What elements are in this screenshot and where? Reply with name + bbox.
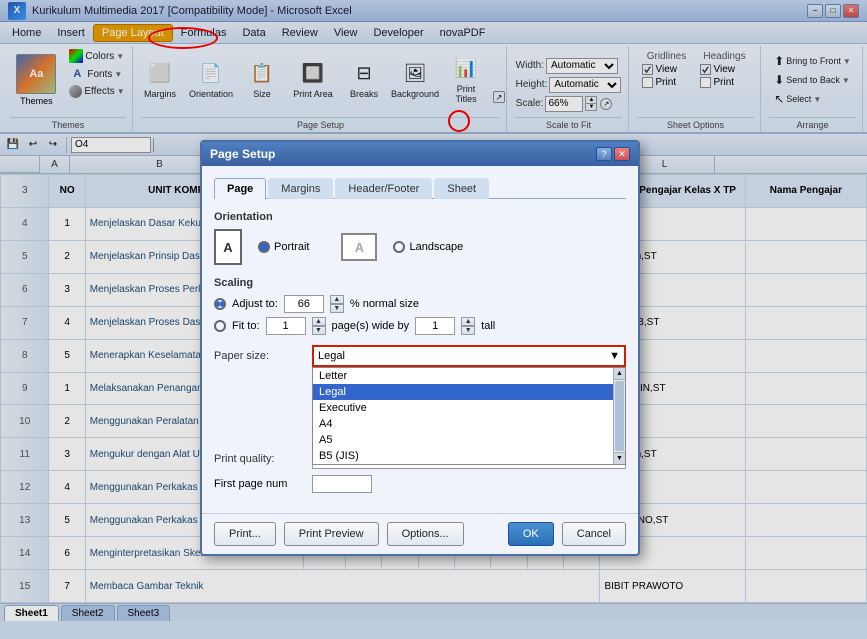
adjust-spin-down[interactable]: ▼ (330, 304, 344, 313)
fit-row: Fit to: ▲ ▼ page(s) wide by ▲ ▼ tall (214, 317, 626, 335)
portrait-label: Portrait (274, 241, 309, 253)
orientation-options: A Portrait A Landscape (214, 229, 626, 265)
scaling-label: Scaling (214, 277, 626, 289)
paper-option-a4[interactable]: A4 (313, 416, 613, 432)
orientation-section: Orientation A Portrait A (214, 211, 626, 265)
dialog-tab-headerfooter[interactable]: Header/Footer (335, 178, 432, 199)
paper-option-executive[interactable]: Executive (313, 400, 613, 416)
paper-option-a5[interactable]: A5 (313, 432, 613, 448)
paper-size-label: Paper size: (214, 350, 304, 362)
fit-tall-spin[interactable]: ▲ ▼ (461, 317, 475, 335)
footer-right-buttons: OK Cancel (508, 522, 626, 546)
portrait-radio-row: Portrait (258, 241, 309, 253)
dialog-tab-page[interactable]: Page (214, 178, 266, 199)
adjust-label: Adjust to: (232, 298, 278, 310)
portrait-option[interactable]: A (214, 229, 242, 265)
portrait-radio[interactable] (258, 241, 270, 253)
dialog-tabs: Page Margins Header/Footer Sheet (214, 178, 626, 199)
fit-pages-spin-up[interactable]: ▲ (312, 317, 326, 326)
fit-pages-spin[interactable]: ▲ ▼ (312, 317, 326, 335)
orientation-label: Orientation (214, 211, 626, 223)
dialog-overlay: Page Setup ? ✕ Page Margins Header/Foote… (0, 0, 867, 639)
landscape-radio[interactable] (393, 241, 405, 253)
landscape-icon: A (341, 233, 377, 261)
paper-option-letter[interactable]: Letter (313, 368, 613, 384)
landscape-option[interactable]: A (341, 233, 377, 261)
dialog-titlebar: Page Setup ? ✕ (202, 142, 638, 166)
dialog-controls[interactable]: ? ✕ (596, 147, 630, 161)
paper-scrollbar[interactable]: ▲ ▼ (613, 368, 625, 464)
paper-option-legal[interactable]: Legal (313, 384, 613, 400)
fit-pages-input[interactable] (266, 317, 306, 335)
paper-dropdown-arrow: ▼ (609, 350, 620, 362)
paper-option-b5jis[interactable]: B5 (JIS) (313, 448, 613, 464)
first-page-label: First page num (214, 478, 304, 490)
paper-size-row: Paper size: Legal ▼ Letter Legal Executi… (214, 345, 626, 367)
paper-select-button[interactable]: Legal ▼ (312, 345, 626, 367)
fit-pages-spin-down[interactable]: ▼ (312, 326, 326, 335)
paper-select-container: Legal ▼ Letter Legal Executive A4 A5 B5 … (312, 345, 626, 367)
footer-left-buttons: Print... Print Preview Options... (214, 522, 464, 546)
dialog-body: Page Margins Header/Footer Sheet Orienta… (202, 166, 638, 513)
portrait-icon: A (214, 229, 242, 265)
fit-tall-suffix: tall (481, 320, 495, 332)
print-preview-button[interactable]: Print Preview (284, 522, 379, 546)
ok-button[interactable]: OK (508, 522, 554, 546)
print-button[interactable]: Print... (214, 522, 276, 546)
options-button[interactable]: Options... (387, 522, 464, 546)
paper-selected-value: Legal (318, 350, 345, 362)
dialog-footer: Print... Print Preview Options... OK Can… (202, 513, 638, 554)
fit-radio[interactable] (214, 320, 226, 332)
scroll-up-btn[interactable]: ▲ (614, 368, 625, 380)
page-setup-dialog: Page Setup ? ✕ Page Margins Header/Foote… (200, 140, 640, 556)
adjust-spin[interactable]: ▲ ▼ (330, 295, 344, 313)
adjust-suffix: % normal size (350, 298, 419, 310)
scroll-down-btn[interactable]: ▼ (614, 452, 625, 464)
fit-pages-suffix: page(s) wide by (332, 320, 410, 332)
paper-dropdown-list: Letter Legal Executive A4 A5 B5 (JIS) ▲ … (312, 367, 626, 465)
dialog-title: Page Setup (210, 147, 275, 161)
dialog-close-button[interactable]: ✕ (614, 147, 630, 161)
first-page-row: First page num (214, 475, 626, 493)
adjust-row: Adjust to: ▲ ▼ % normal size (214, 295, 626, 313)
scaling-section: Scaling Adjust to: ▲ ▼ % normal size Fit… (214, 277, 626, 335)
fit-label: Fit to: (232, 320, 260, 332)
print-quality-label: Print quality: (214, 453, 304, 465)
fit-tall-spin-up[interactable]: ▲ (461, 317, 475, 326)
fit-tall-input[interactable] (415, 317, 455, 335)
fit-tall-spin-down[interactable]: ▼ (461, 326, 475, 335)
scroll-thumb (615, 381, 624, 451)
adjust-radio[interactable] (214, 298, 226, 310)
dialog-help-button[interactable]: ? (596, 147, 612, 161)
adjust-spin-up[interactable]: ▲ (330, 295, 344, 304)
landscape-label: Landscape (409, 241, 463, 253)
first-page-input[interactable] (312, 475, 372, 493)
adjust-input[interactable] (284, 295, 324, 313)
dialog-tab-margins[interactable]: Margins (268, 178, 333, 199)
dialog-tab-sheet[interactable]: Sheet (434, 178, 489, 199)
cancel-button[interactable]: Cancel (562, 522, 626, 546)
landscape-radio-row: Landscape (393, 241, 463, 253)
